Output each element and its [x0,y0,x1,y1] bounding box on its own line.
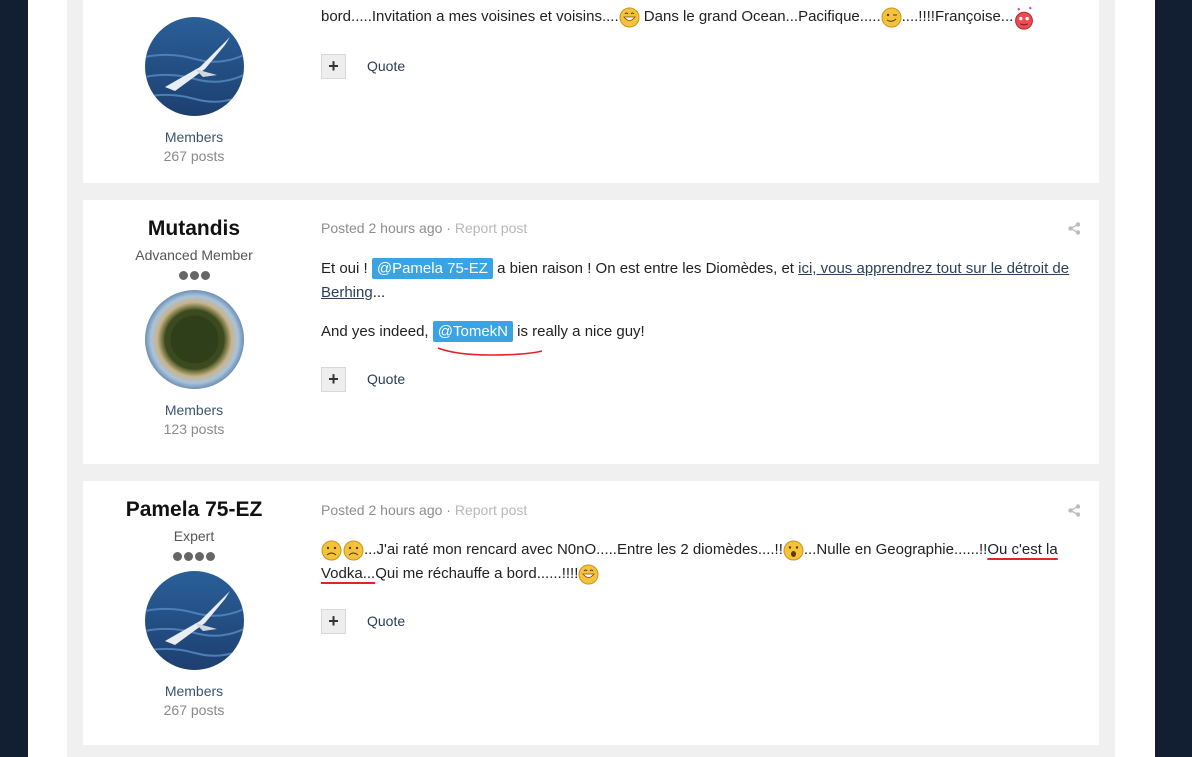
member-group[interactable]: Members [83,128,305,147]
rank-pips [83,267,305,280]
post-paragraph: Et oui ! @Pamela 75-EZ a bien raison ! O… [321,257,1081,305]
post-content: bord.....Invitation a mes voisines et vo… [321,4,1081,30]
rank-pips [83,548,305,561]
post-author-panel: Mutandis Advanced Member Members 123 pos… [83,216,305,439]
text-fragment: And yes indeed, [321,323,433,340]
text-fragment: bord.....Invitation a mes voisines et vo… [321,7,619,25]
share-icon[interactable] [1068,504,1081,517]
report-post-link[interactable]: Report post [455,220,527,236]
text-fragment: ...Nulle en Geographie......!! [803,541,988,558]
quote-button[interactable]: Quote [367,58,405,74]
report-post-link[interactable]: Report post [455,502,527,518]
post-author-panel: Members 267 posts [83,0,305,166]
share-icon[interactable] [1068,222,1081,235]
post-actions: + Quote [321,609,521,635]
post-actions: + Quote [321,54,521,80]
post-date[interactable]: Posted 2 hours ago [321,220,442,236]
post-body: bord.....Invitation a mes voisines et vo… [321,4,1081,30]
author-name[interactable]: Pamela 75-EZ [83,497,305,523]
post-paragraph: ...J'ai raté mon rencard avec N0nO.....E… [321,538,1081,586]
grin-emoji [578,564,599,585]
text-fragment: ...J'ai raté mon rencard avec N0nO.....E… [364,541,783,558]
text-fragment: ... [372,284,386,301]
text-fragment: a bien raison ! On est entre les Diomède… [492,260,799,277]
member-title: Expert [173,528,215,544]
post-2: Mutandis Advanced Member Members 123 pos… [83,200,1099,464]
meta-separator: · [442,502,455,518]
avatar[interactable] [144,290,244,389]
mention-tag[interactable]: @TomekN [432,321,513,342]
post-meta: Posted 2 hours ago · Report post [321,501,1081,519]
text-fragment: Qui me réchauffe a bord......!!!! [375,565,579,582]
member-title: Advanced Member [135,247,253,263]
grin-emoji [619,7,640,27]
text-fragment: ....!!!!Françoise... [901,7,1014,25]
post-count: 267 posts [163,702,225,718]
post-1: Members 267 posts bord.....Invitation a … [83,0,1099,183]
plus-icon[interactable]: + [321,609,346,634]
quote-button[interactable]: Quote [367,613,405,629]
surprised-emoji [783,540,804,561]
wink-emoji [881,7,902,27]
mention-tag[interactable]: @Pamela 75-EZ [371,258,493,279]
text-fragment: Et oui ! [321,260,372,277]
author-name[interactable]: Mutandis [83,216,305,242]
sad-emoji [343,540,364,561]
love-emoji [1015,6,1034,30]
post-meta: Posted 2 hours ago · Report post [321,219,1081,237]
meta-separator: · [442,220,455,236]
post-3: Pamela 75-EZ Expert Members 267 posts Po… [83,481,1099,745]
post-paragraph: And yes indeed, @TomekN is really a nice… [321,320,1081,344]
post-count: 123 posts [163,421,225,437]
post-date[interactable]: Posted 2 hours ago [321,502,442,518]
member-group[interactable]: Members [83,682,305,701]
hand-drawn-underline [437,347,543,356]
post-body: Posted 2 hours ago · Report post ...J'ai… [321,501,1081,586]
member-group[interactable]: Members [83,401,305,420]
post-author-panel: Pamela 75-EZ Expert Members 267 posts [83,497,305,720]
avatar[interactable] [144,17,244,116]
avatar[interactable] [144,571,244,670]
sad-emoji [321,540,342,561]
text-fragment: Dans le grand Ocean...Pacifique..... [639,7,881,25]
text-fragment: is really a nice guy! [513,323,645,340]
post-actions: + Quote [321,367,521,393]
quote-button[interactable]: Quote [367,371,405,387]
post-body: Posted 2 hours ago · Report post Et oui … [321,219,1081,344]
post-count: 267 posts [163,148,225,164]
plus-icon[interactable]: + [321,54,346,79]
plus-icon[interactable]: + [321,367,346,392]
